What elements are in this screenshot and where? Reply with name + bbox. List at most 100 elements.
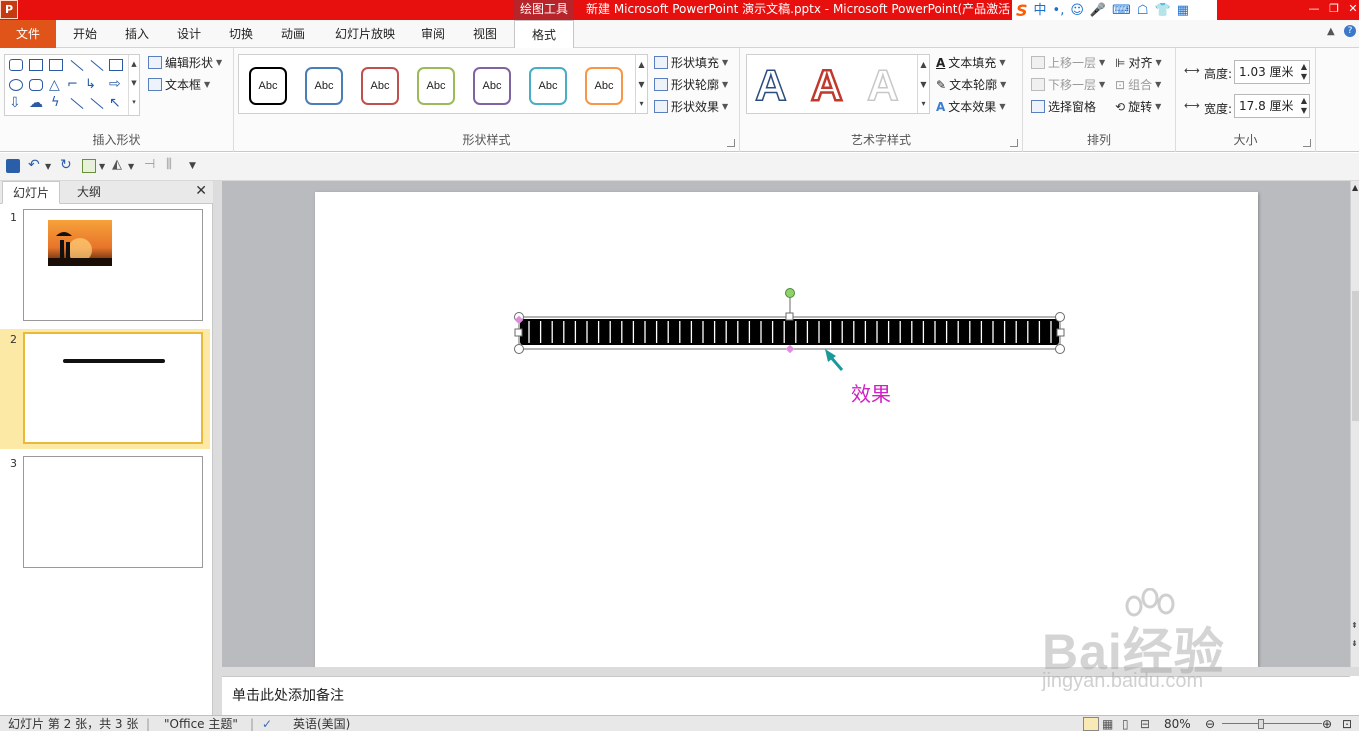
wordart-style-light-outline[interactable]: A	[866, 60, 899, 111]
slide-thumbnail[interactable]	[23, 456, 203, 568]
shape-style-swatch[interactable]: Abc	[473, 67, 511, 105]
ime-punctuation[interactable]: •,	[1053, 1, 1065, 21]
slideshow-dropdown-icon[interactable]: ▼	[99, 162, 105, 171]
shape-style-swatch[interactable]: Abc	[305, 67, 343, 105]
width-input[interactable]: 17.8 厘米 ▲ ▼	[1234, 94, 1310, 118]
previous-slide-icon[interactable]: ⇞	[1351, 621, 1358, 630]
shape-style-swatch[interactable]: Abc	[249, 67, 287, 105]
selection-pane-button[interactable]: 选择窗格	[1031, 98, 1096, 115]
tab-transitions[interactable]: 切换	[218, 20, 264, 48]
rectangle-shape-icon[interactable]	[109, 59, 123, 71]
shape-style-swatch[interactable]: Abc	[417, 67, 455, 105]
size-dialog-launcher-icon[interactable]	[1303, 139, 1311, 147]
tab-file[interactable]: 文件	[0, 20, 56, 48]
tab-home[interactable]: 开始	[62, 20, 108, 48]
minimize-button[interactable]: —	[1304, 0, 1324, 20]
undo-dropdown-icon[interactable]: ▼	[45, 162, 51, 171]
notes-splitter[interactable]	[222, 667, 1359, 676]
close-window-button[interactable]: ✕	[1343, 0, 1359, 20]
ime-skin-icon[interactable]: 👕	[1155, 1, 1171, 21]
resize-handle-top[interactable]	[785, 312, 794, 321]
pane-splitter[interactable]	[213, 181, 222, 715]
down-arrow-shape-icon[interactable]: ⇩	[9, 95, 21, 111]
slide-canvas[interactable]: 效果	[315, 192, 1258, 667]
ime-smiley-icon[interactable]: ☺	[1070, 1, 1084, 21]
powerpoint-app-icon[interactable]: P	[0, 0, 18, 19]
wordart-dialog-launcher-icon[interactable]	[1010, 139, 1018, 147]
ime-chinese-mode[interactable]: 中	[1034, 1, 1047, 21]
tab-format[interactable]: 格式	[514, 20, 574, 49]
normal-view-icon[interactable]	[1083, 717, 1099, 731]
bring-forward-button[interactable]: 上移一层 ▼	[1031, 54, 1105, 71]
scrollbar-thumb[interactable]	[1352, 291, 1359, 421]
height-spinner[interactable]: ▲ ▼	[1301, 62, 1307, 82]
text-outline-button[interactable]: ✎ 文本轮廓 ▼	[936, 76, 1006, 93]
language-indicator[interactable]: 英语(美国)	[293, 716, 350, 731]
shape-style-swatch[interactable]: Abc	[585, 67, 623, 105]
shape-style-swatch[interactable]: Abc	[361, 67, 399, 105]
tab-design[interactable]: 设计	[166, 20, 212, 48]
ime-voice-icon[interactable]: 🎤	[1090, 1, 1106, 21]
text-effects-button[interactable]: A 文本效果 ▼	[936, 98, 1005, 115]
tab-outline[interactable]: 大纲	[60, 181, 118, 204]
shape-outline-button[interactable]: 形状轮廓 ▼	[654, 76, 728, 93]
shape-effects-button[interactable]: 形状效果 ▼	[654, 98, 728, 115]
tab-slides[interactable]: 幻灯片	[2, 181, 60, 204]
editor-vertical-scrollbar[interactable]: ▲ ⇞ ⇟	[1350, 181, 1359, 667]
wordart-gallery-scroll[interactable]: ▲ ▼ ▾	[917, 55, 929, 113]
slide-thumbnail-row-selected[interactable]: 2	[0, 329, 210, 449]
rounded-rect-shape-icon[interactable]	[29, 79, 43, 91]
close-pane-icon[interactable]: ✕	[195, 183, 207, 199]
resize-handle-bottom-left[interactable]	[514, 344, 524, 354]
oval-shape-icon[interactable]	[9, 79, 23, 91]
height-input[interactable]: 1.03 厘米 ▲ ▼	[1234, 60, 1310, 84]
sogou-ime-icon[interactable]: S	[1016, 1, 1028, 21]
send-backward-button[interactable]: 下移一层 ▼	[1031, 76, 1105, 93]
shape-style-gallery[interactable]: Abc Abc Abc Abc Abc Abc Abc ▲ ▼ ▾	[238, 54, 648, 114]
tab-view[interactable]: 视图	[462, 20, 508, 48]
help-icon[interactable]: ?	[1344, 25, 1356, 37]
curve-line-icon[interactable]	[90, 97, 104, 110]
slideshow-icon[interactable]	[82, 159, 96, 173]
notes-pane[interactable]: 单击此处添加备注	[222, 676, 1350, 714]
distribute-icon[interactable]: ⫼	[166, 158, 180, 173]
slide-thumbnail[interactable]	[23, 332, 203, 444]
fit-to-window-icon[interactable]: ⊡	[1342, 716, 1352, 731]
shape-fill-button[interactable]: 形状填充 ▼	[654, 54, 728, 71]
next-slide-icon[interactable]: ⇟	[1351, 639, 1358, 648]
theme-name[interactable]: "Office 主题"	[164, 716, 238, 731]
freeform-line-icon[interactable]	[70, 97, 84, 110]
ime-user-icon[interactable]: ☖	[1137, 1, 1149, 21]
spell-check-icon[interactable]: ✓	[262, 716, 272, 731]
vertical-textbox-shape-icon[interactable]	[49, 59, 63, 71]
zoom-out-icon[interactable]: ⊖	[1205, 716, 1215, 731]
zoom-slider-track[interactable]	[1222, 723, 1322, 724]
resize-handle-bottom-right[interactable]	[1055, 344, 1065, 354]
scroll-up-icon[interactable]: ▲	[1352, 183, 1358, 192]
rotation-handle[interactable]	[785, 288, 795, 298]
resize-handle-right[interactable]	[1056, 328, 1065, 337]
text-box-button[interactable]: 文本框 ▼	[148, 76, 210, 93]
ime-keyboard-icon[interactable]: ⌨	[1112, 1, 1131, 21]
tab-slideshow[interactable]: 幻灯片放映	[326, 20, 404, 48]
shape-tool-icon[interactable]: ◭	[112, 158, 126, 173]
redo-icon[interactable]: ↻	[60, 158, 74, 173]
adjust-handle-bottom[interactable]	[785, 344, 795, 354]
ime-menu-icon[interactable]: ▦	[1177, 1, 1189, 21]
collapse-ribbon-icon[interactable]: ▲	[1327, 26, 1335, 37]
undo-icon[interactable]: ↶	[28, 158, 42, 173]
notes-placeholder[interactable]: 单击此处添加备注	[232, 685, 344, 705]
wordart-style-red-outline[interactable]: A	[810, 60, 844, 112]
align-button[interactable]: ⊫ 对齐 ▼	[1115, 54, 1162, 71]
reading-view-icon[interactable]: ▯	[1122, 716, 1129, 731]
text-fill-button[interactable]: A 文本填充 ▼	[936, 54, 1005, 71]
tab-insert[interactable]: 插入	[114, 20, 160, 48]
edit-shape-button[interactable]: 编辑形状 ▼	[148, 54, 222, 71]
zoom-level[interactable]: 80%	[1164, 716, 1191, 731]
diagonal-arrow-icon[interactable]: ↖	[109, 95, 121, 111]
customize-qat-icon[interactable]: ▼	[189, 161, 196, 171]
shape-tool-dropdown-icon[interactable]: ▼	[128, 162, 134, 171]
elbow-connector-icon[interactable]: ⌐	[67, 77, 78, 92]
tab-review[interactable]: 审阅	[410, 20, 456, 48]
cloud-shape-icon[interactable]: ☁	[29, 95, 43, 111]
